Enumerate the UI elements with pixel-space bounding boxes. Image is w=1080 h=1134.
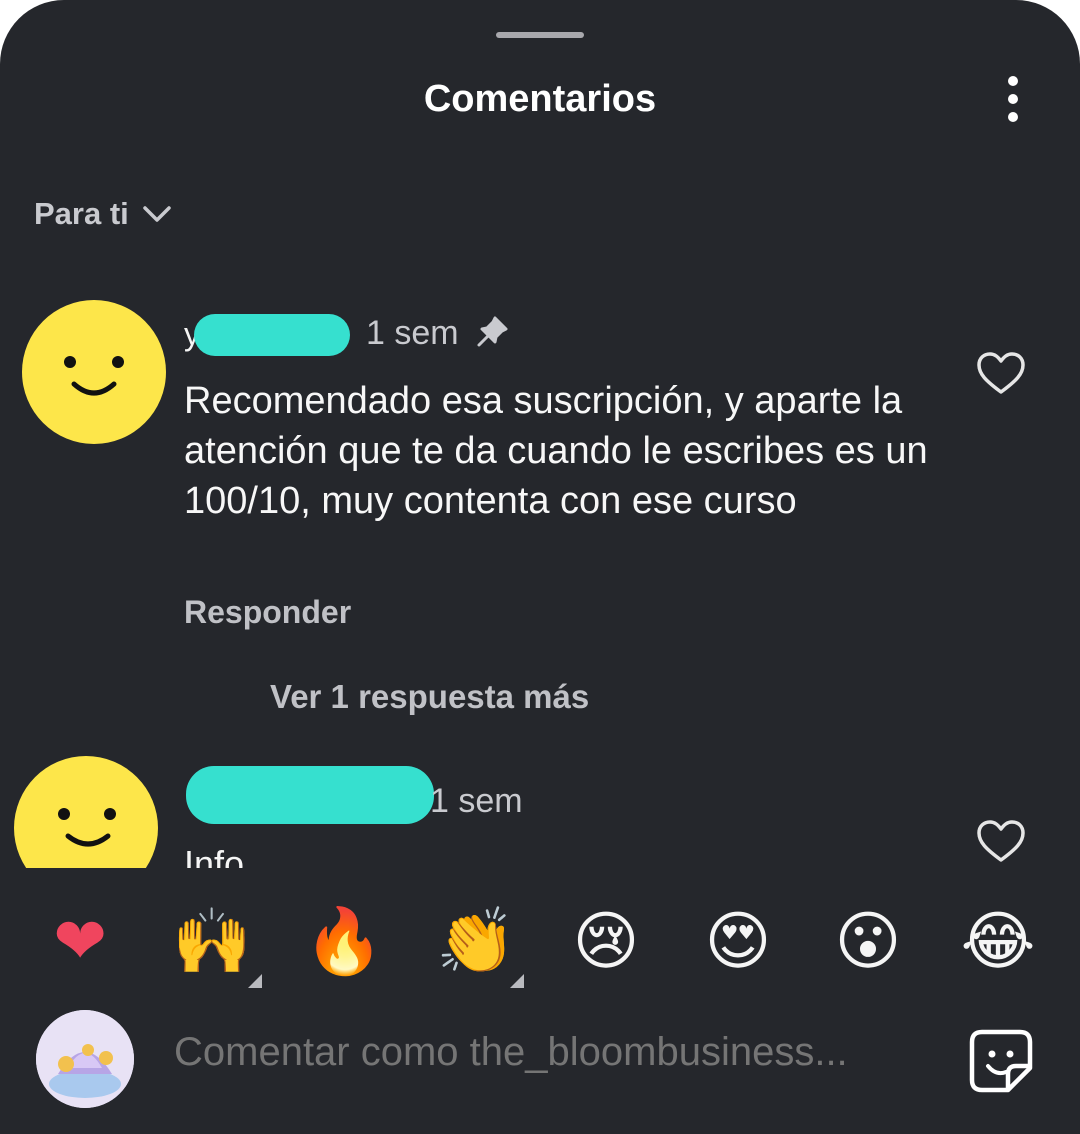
comment-text: Recomendado esa suscripción, y aparte la… (184, 380, 928, 522)
heart-outline-icon[interactable] (976, 350, 1026, 396)
sheet-drag-handle[interactable] (496, 32, 584, 38)
variant-indicator-icon (510, 974, 524, 988)
sort-dropdown[interactable]: Para ti (34, 196, 173, 232)
page-title: Comentarios (423, 78, 657, 120)
heart-outline-icon[interactable] (976, 818, 1026, 864)
comment-time: 1 sem (366, 314, 459, 352)
fire-emoji[interactable]: 🔥 (304, 902, 384, 982)
view-replies-button[interactable]: Ver 1 respuesta más (270, 678, 589, 716)
profile-picture-icon (36, 1010, 134, 1108)
raising-hands-emoji[interactable]: 🙌 (172, 902, 252, 982)
variant-indicator-icon (248, 974, 262, 988)
reaction-bar (0, 868, 1080, 1000)
comment-time: 1 sem (430, 782, 523, 820)
comment-input[interactable] (174, 1030, 934, 1075)
more-vertical-icon[interactable] (996, 72, 1030, 126)
tears-of-joy-emoji[interactable]: 😂 (958, 902, 1038, 982)
pin-icon (477, 316, 508, 347)
chevron-down-icon (143, 206, 171, 222)
heart-emoji[interactable]: ❤ (40, 902, 120, 982)
user-avatar[interactable] (36, 1010, 134, 1108)
comments-sheet: Comentarios Para ti y 1 sem Recomendado … (0, 0, 1080, 1134)
avatar[interactable] (22, 300, 166, 444)
clapping-hands-emoji[interactable]: 👏 (436, 902, 516, 982)
heart-eyes-emoji[interactable]: 😍 (698, 902, 778, 982)
reply-button[interactable]: Responder (184, 594, 351, 631)
sort-label: Para ti (34, 196, 129, 231)
surprised-face-emoji[interactable]: 😮 (828, 902, 908, 982)
crying-face-emoji[interactable]: 😢 (566, 902, 646, 982)
sticker-icon[interactable] (968, 1028, 1034, 1094)
username-redaction (194, 314, 350, 356)
smiley-icon (64, 356, 124, 396)
username-redaction (186, 766, 434, 824)
